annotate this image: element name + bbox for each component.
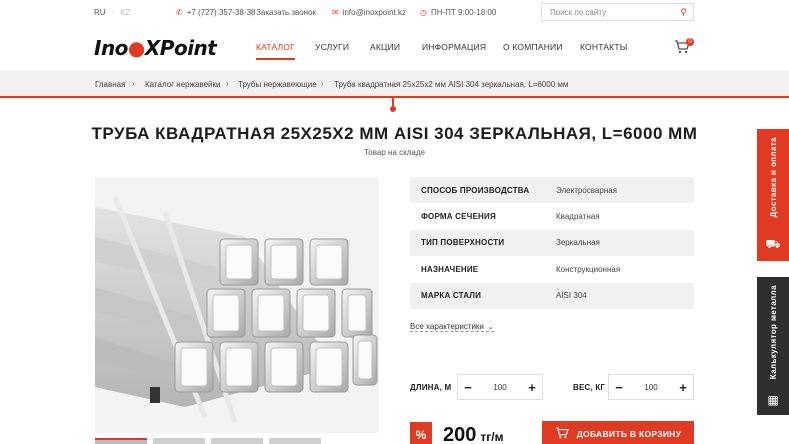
top-bar: RU · KZ ✆ +7 (727) 357-38-38 | Заказать … xyxy=(0,0,789,24)
breadcrumb-pipes[interactable]: Трубы нержавеющие xyxy=(238,80,317,89)
nav-about[interactable]: О КОМПАНИИ xyxy=(503,42,563,52)
length-minus-button[interactable]: − xyxy=(458,380,478,395)
weight-label: ВЕС, КГ xyxy=(573,383,606,392)
cart-icon xyxy=(555,427,569,441)
calculator-tab[interactable]: Калькулятор металла ▦ xyxy=(757,277,789,415)
breadcrumb-marker xyxy=(390,97,396,112)
thumbnail-1[interactable] xyxy=(95,438,147,444)
add-to-cart-label: ДОБАВИТЬ В КОРЗИНУ xyxy=(576,429,682,439)
logo-text-1: Ino xyxy=(94,36,128,60)
spec-row: МАРКА СТАЛИ AISI 304 xyxy=(410,282,694,309)
breadcrumb-home[interactable]: Главная xyxy=(95,80,125,89)
truck-icon: ⛟ xyxy=(765,237,781,251)
weight-minus-button[interactable]: − xyxy=(609,380,629,395)
callback-label: Заказать звонок xyxy=(256,8,317,17)
weight-plus-button[interactable]: + xyxy=(673,380,693,395)
breadcrumb-chevron-icon: › xyxy=(321,79,324,88)
spec-value: Конструкционная xyxy=(556,264,621,274)
email-link[interactable]: ✉ info@inoxpoint.kz xyxy=(332,8,406,17)
product-image[interactable] xyxy=(95,177,379,433)
image-thumbnails xyxy=(95,438,321,444)
chevron-down-icon: ⌄ xyxy=(487,324,494,331)
lang-ru[interactable]: RU xyxy=(94,8,106,17)
page-title: ТРУБА КВАДРАТНАЯ 25X25X2 ММ AISI 304 ЗЕР… xyxy=(91,124,698,143)
length-input[interactable]: 100 xyxy=(478,383,522,392)
logo-dot: ● xyxy=(127,36,145,60)
phone-icon: ✆ xyxy=(176,8,183,17)
price-value: 200 xyxy=(443,424,477,444)
all-specs-label: Все характеристики xyxy=(410,322,484,331)
nav-catalog[interactable]: КАТАЛОГ xyxy=(256,42,295,60)
clock-icon: ◷ xyxy=(420,8,427,17)
discount-badge: % xyxy=(410,422,432,444)
search-placeholder: Поиск по сайту xyxy=(550,7,607,17)
search-input[interactable]: Поиск по сайту ⚲ xyxy=(541,3,694,21)
work-hours: ◷ ПН-ПТ 9:00-18:00 xyxy=(420,8,496,17)
language-switcher: RU · KZ xyxy=(94,8,130,17)
all-specs-link[interactable]: Все характеристики ⌄ xyxy=(410,322,494,332)
price: 200 тг/м xyxy=(443,424,503,444)
logo-text-2: XPoint xyxy=(144,36,217,60)
hours-text: ПН-ПТ 9:00-18:00 xyxy=(430,8,497,17)
lang-separator: · xyxy=(111,8,115,17)
length-stepper: − 100 + xyxy=(457,374,543,400)
breadcrumb-chevron-icon: › xyxy=(226,79,229,88)
nav-services[interactable]: УСЛУГИ xyxy=(315,42,349,52)
spec-value: Квадратная xyxy=(556,212,600,222)
spec-row: НАЗНАЧЕНИЕ Конструкционная xyxy=(410,256,694,282)
weight-stepper: − 100 + xyxy=(608,374,694,400)
callback-link[interactable]: | Заказать звонок xyxy=(250,8,316,17)
spec-name: СПОСОБ ПРОИЗВОДСТВА xyxy=(421,185,530,195)
site-logo[interactable]: Ino●XPoint xyxy=(94,36,217,60)
spec-name: НАЗНАЧЕНИЕ xyxy=(421,264,479,274)
breadcrumb-chevron-icon: › xyxy=(132,79,135,88)
thumbnail-3[interactable] xyxy=(211,438,263,444)
nav-information[interactable]: ИНФОРМАЦИЯ xyxy=(422,42,486,52)
spec-value: AISI 304 xyxy=(556,291,587,301)
spec-value: Электросварная xyxy=(556,185,618,195)
delivery-tab[interactable]: Доставка и оплата ⛟ xyxy=(757,129,789,261)
spec-row: ТИП ПОВЕРХНОСТИ Зеркальная xyxy=(410,229,694,257)
cart-count-badge: 0 xyxy=(686,38,694,46)
email-address: info@inoxpoint.kz xyxy=(342,8,406,17)
nav-promotions[interactable]: АКЦИИ xyxy=(370,42,400,52)
phone-number: +7 (727) 357-38-38 xyxy=(186,8,256,17)
spec-row: ФОРМА СЕЧЕНИЯ Квадратная xyxy=(410,203,694,229)
phone-link[interactable]: ✆ +7 (727) 357-38-38 xyxy=(176,8,255,17)
breadcrumb-catalog[interactable]: Каталог нержавейки xyxy=(145,80,220,89)
lang-kz[interactable]: KZ xyxy=(120,8,130,17)
delivery-tab-label: Доставка и оплата xyxy=(768,137,778,218)
length-label: ДЛИНА, М xyxy=(410,383,452,392)
calculator-tab-label: Калькулятор металла xyxy=(768,285,778,380)
spec-value: Зеркальная xyxy=(556,238,600,248)
breadcrumb-current: Труба квадратная 25x25x2 мм AISI 304 зер… xyxy=(334,80,569,89)
spec-name: МАРКА СТАЛИ xyxy=(421,291,482,301)
spec-name: ФОРМА СЕЧЕНИЯ xyxy=(421,212,496,222)
spec-table: СПОСОБ ПРОИЗВОДСТВА Электросварная ФОРМА… xyxy=(410,177,694,309)
breadcrumb: Главная › Каталог нержавейки › Трубы нер… xyxy=(0,71,789,98)
stock-status: Товар на складе xyxy=(364,148,425,157)
thumbnail-4[interactable] xyxy=(269,438,321,444)
spec-name: ТИП ПОВЕРХНОСТИ xyxy=(421,238,505,248)
weight-input[interactable]: 100 xyxy=(629,383,673,392)
pipes-illustration xyxy=(95,196,378,423)
price-unit: тг/м xyxy=(480,430,504,444)
thumbnail-2[interactable] xyxy=(153,438,205,444)
divider-icon: | xyxy=(250,8,253,17)
calculator-icon: ▦ xyxy=(767,393,779,407)
length-plus-button[interactable]: + xyxy=(522,380,542,395)
mail-icon: ✉ xyxy=(332,8,339,17)
add-to-cart-button[interactable]: ДОБАВИТЬ В КОРЗИНУ xyxy=(542,421,694,444)
search-icon[interactable]: ⚲ xyxy=(680,7,687,18)
nav-contacts[interactable]: КОНТАКТЫ xyxy=(580,42,627,52)
spec-row: СПОСОБ ПРОИЗВОДСТВА Электросварная xyxy=(410,177,694,204)
